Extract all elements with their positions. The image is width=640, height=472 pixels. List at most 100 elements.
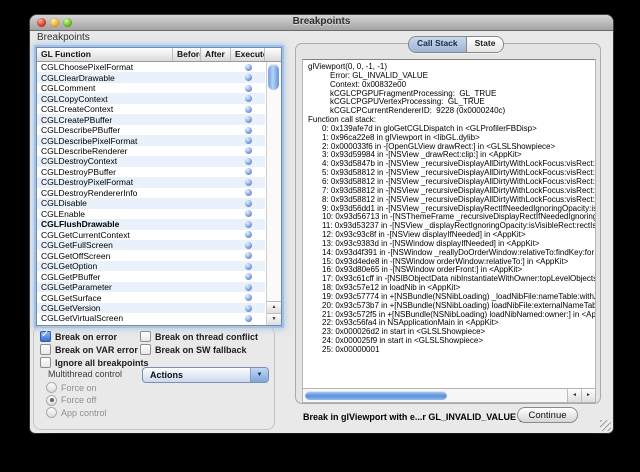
- column-header-execute[interactable]: Execute: [231, 48, 265, 61]
- checkbox-break-on-error[interactable]: Break on error: [40, 331, 117, 342]
- unchecked-checkbox-icon[interactable]: [140, 344, 151, 355]
- table-row[interactable]: CGLGetVersion: [37, 303, 265, 313]
- execute-cell[interactable]: [231, 106, 265, 113]
- resize-grip[interactable]: [600, 420, 611, 431]
- execute-cell[interactable]: [231, 189, 265, 196]
- scroll-left-icon[interactable]: ◄: [567, 389, 581, 402]
- table-row[interactable]: CGLEnable: [37, 209, 265, 219]
- unchecked-checkbox-icon[interactable]: [140, 331, 151, 342]
- execute-cell[interactable]: [231, 168, 265, 175]
- execute-breakpoint-orb-icon[interactable]: [245, 305, 252, 312]
- execute-cell[interactable]: [231, 263, 265, 270]
- radio-force-off[interactable]: Force off: [46, 395, 96, 406]
- execute-cell[interactable]: [231, 95, 265, 102]
- execute-breakpoint-orb-icon[interactable]: [245, 106, 252, 113]
- table-row[interactable]: CGLGetOption: [37, 261, 265, 271]
- scrollbar-thumb[interactable]: [305, 391, 447, 400]
- execute-cell[interactable]: [231, 210, 265, 217]
- table-row[interactable]: CGLCopyContext: [37, 93, 265, 103]
- execute-breakpoint-orb-icon[interactable]: [245, 74, 252, 81]
- execute-cell[interactable]: [231, 179, 265, 186]
- table-row[interactable]: CGLChoosePixelFormat: [37, 62, 265, 72]
- execute-breakpoint-orb-icon[interactable]: [245, 242, 252, 249]
- continue-button[interactable]: Continue: [517, 407, 578, 423]
- execute-breakpoint-orb-icon[interactable]: [245, 294, 252, 301]
- execute-cell[interactable]: [231, 64, 265, 71]
- table-row[interactable]: CGLGetOffScreen: [37, 250, 265, 260]
- execute-cell[interactable]: [231, 305, 265, 312]
- table-row[interactable]: CGLDisable: [37, 198, 265, 208]
- execute-cell[interactable]: [231, 74, 265, 81]
- table-row[interactable]: CGLGetPBuffer: [37, 271, 265, 281]
- scroll-right-icon[interactable]: ►: [581, 389, 595, 402]
- unchecked-checkbox-icon[interactable]: [40, 357, 51, 368]
- execute-breakpoint-orb-icon[interactable]: [245, 179, 252, 186]
- execute-breakpoint-orb-icon[interactable]: [245, 85, 252, 92]
- checkbox-break-on-sw-fallback[interactable]: Break on SW fallback: [140, 344, 247, 355]
- table-row[interactable]: CGLDescribePBuffer: [37, 125, 265, 135]
- list-vertical-scrollbar[interactable]: ▲ ▼: [266, 62, 281, 325]
- radio-button-icon[interactable]: [46, 407, 57, 418]
- execute-cell[interactable]: [231, 242, 265, 249]
- table-row[interactable]: CGLCreatePBuffer: [37, 114, 265, 124]
- execute-breakpoint-orb-icon[interactable]: [245, 210, 252, 217]
- table-row[interactable]: CGLGetCurrentContext: [37, 230, 265, 240]
- scroll-up-icon[interactable]: ▲: [267, 301, 281, 313]
- execute-cell[interactable]: [231, 221, 265, 228]
- column-header-after[interactable]: After: [201, 48, 231, 61]
- table-row[interactable]: CGLDestroyPixelFormat: [37, 177, 265, 187]
- column-header-gl-function[interactable]: GL Function: [37, 48, 173, 61]
- execute-breakpoint-orb-icon[interactable]: [245, 168, 252, 175]
- execute-cell[interactable]: [231, 200, 265, 207]
- execute-breakpoint-orb-icon[interactable]: [245, 189, 252, 196]
- execute-breakpoint-orb-icon[interactable]: [245, 95, 252, 102]
- execute-cell[interactable]: [231, 284, 265, 291]
- scrollbar-thumb[interactable]: [268, 64, 279, 90]
- checkbox-break-on-var-error[interactable]: Break on VAR error: [40, 344, 138, 355]
- radio-button-icon[interactable]: [46, 395, 57, 406]
- execute-breakpoint-orb-icon[interactable]: [245, 284, 252, 291]
- tab-state[interactable]: State: [466, 37, 504, 52]
- execute-breakpoint-orb-icon[interactable]: [245, 147, 252, 154]
- execute-breakpoint-orb-icon[interactable]: [245, 158, 252, 165]
- execute-breakpoint-orb-icon[interactable]: [245, 252, 252, 259]
- execute-cell[interactable]: [231, 147, 265, 154]
- scroll-down-icon[interactable]: ▼: [267, 313, 281, 325]
- execute-cell[interactable]: [231, 85, 265, 92]
- execute-breakpoint-orb-icon[interactable]: [245, 127, 252, 134]
- table-row[interactable]: CGLDestroyPBuffer: [37, 167, 265, 177]
- table-row[interactable]: CGLDestroyContext: [37, 156, 265, 166]
- execute-breakpoint-orb-icon[interactable]: [245, 315, 252, 322]
- execute-breakpoint-orb-icon[interactable]: [245, 200, 252, 207]
- table-row[interactable]: CGLCreateContext: [37, 104, 265, 114]
- checked-checkbox-icon[interactable]: [40, 331, 51, 342]
- execute-cell[interactable]: [231, 137, 265, 144]
- checkbox-break-on-thread-conflict[interactable]: Break on thread conflict: [140, 331, 258, 342]
- execute-breakpoint-orb-icon[interactable]: [245, 273, 252, 280]
- table-row[interactable]: CGLComment: [37, 83, 265, 93]
- console-horizontal-scrollbar[interactable]: ◄ ►: [303, 388, 595, 402]
- execute-breakpoint-orb-icon[interactable]: [245, 116, 252, 123]
- execute-cell[interactable]: [231, 231, 265, 238]
- execute-cell[interactable]: [231, 315, 265, 322]
- execute-cell[interactable]: [231, 158, 265, 165]
- execute-cell[interactable]: [231, 252, 265, 259]
- execute-cell[interactable]: [231, 127, 265, 134]
- table-row[interactable]: CGLDescribePixelFormat: [37, 135, 265, 145]
- execute-cell[interactable]: [231, 273, 265, 280]
- radio-app-control[interactable]: App control: [46, 407, 107, 418]
- table-row[interactable]: CGLFlushDrawable: [37, 219, 265, 229]
- table-row[interactable]: CGLGetFullScreen: [37, 240, 265, 250]
- table-row[interactable]: CGLGetVirtualScreen: [37, 313, 265, 323]
- table-row[interactable]: CGLDescribeRenderer: [37, 146, 265, 156]
- title-bar[interactable]: Breakpoints: [30, 15, 613, 31]
- execute-breakpoint-orb-icon[interactable]: [245, 263, 252, 270]
- execute-cell[interactable]: [231, 294, 265, 301]
- actions-dropdown[interactable]: Actions ▼: [142, 367, 269, 383]
- execute-breakpoint-orb-icon[interactable]: [245, 64, 252, 71]
- radio-button-icon[interactable]: [46, 382, 57, 393]
- execute-breakpoint-orb-icon[interactable]: [245, 231, 252, 238]
- tab-call-stack[interactable]: Call Stack: [409, 37, 466, 52]
- table-row[interactable]: CGLDestroyRendererInfo: [37, 188, 265, 198]
- radio-force-on[interactable]: Force on: [46, 382, 97, 393]
